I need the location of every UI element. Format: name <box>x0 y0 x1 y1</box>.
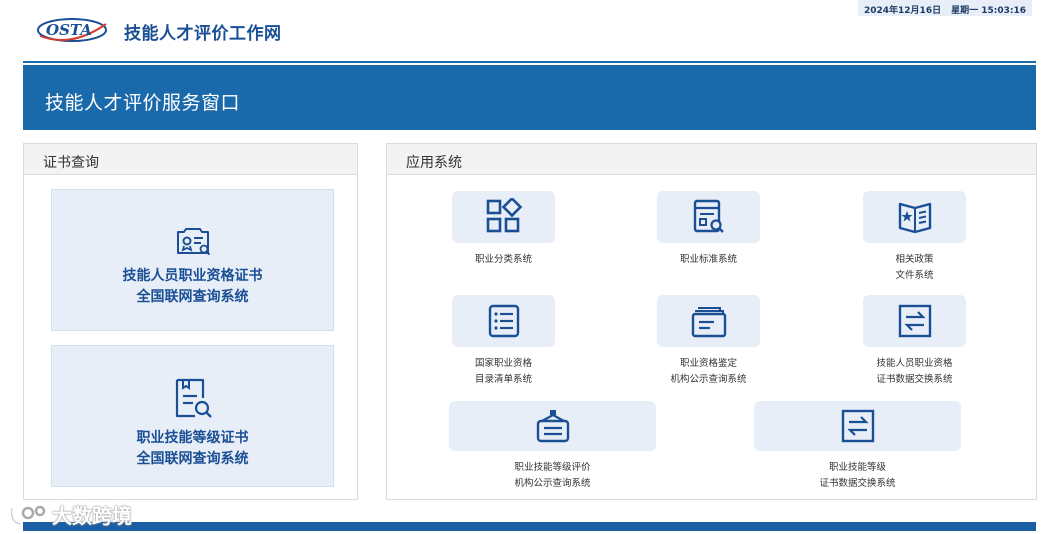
exchange-icon <box>898 304 931 338</box>
app-related-policy[interactable]: 相关政策 文件系统 <box>863 191 966 284</box>
app-vocational-cert-data-exchange[interactable]: 技能人员职业资格 证书数据交换系统 <box>863 295 966 388</box>
app-skill-level-evaluation-institutions[interactable]: 职业技能等级评价 机构公示查询系统 <box>449 401 656 492</box>
app-label: 职业资格鉴定 机构公示查询系统 <box>670 358 747 385</box>
cert-card-title-line2: 全国联网查询系统 <box>136 451 249 467</box>
list-icon <box>488 304 519 338</box>
app-tile[interactable] <box>449 401 656 451</box>
app-occupation-classification[interactable]: 职业分类系统 <box>452 191 555 268</box>
cert-card-title-line1: 职业技能等级证书 <box>136 430 249 446</box>
cert-query-panel: 证书查询 技能人员职业资格证书 全国联网查询系统 职业技能等级证书 全国联网查询… <box>23 143 358 500</box>
app-label: 国家职业资格 目录清单系统 <box>474 358 532 385</box>
app-qualification-appraisal-institutions[interactable]: 职业资格鉴定 机构公示查询系统 <box>657 295 760 388</box>
watermark-text: 大数跨境 <box>52 504 132 528</box>
app-tile[interactable] <box>863 191 966 243</box>
cert-card-vocational-qualification[interactable]: 技能人员职业资格证书 全国联网查询系统 <box>51 189 334 331</box>
app-tile[interactable] <box>657 295 760 347</box>
cert-card-title-line1: 技能人员职业资格证书 <box>122 268 263 284</box>
document-search-icon <box>175 378 212 418</box>
current-weekday-time: 星期一 15:03:16 <box>951 6 1026 16</box>
policy-book-icon <box>898 202 931 234</box>
app-label: 职业标准系统 <box>679 254 737 265</box>
app-label: 相关政策 文件系统 <box>895 254 934 281</box>
app-occupation-standard[interactable]: 职业标准系统 <box>657 191 760 268</box>
watermark-logo-icon <box>10 505 46 525</box>
site-title[interactable]: 技能人才评价工作网 <box>124 19 282 44</box>
app-tile[interactable] <box>657 191 760 243</box>
logo-text: OSTA <box>46 21 92 39</box>
cert-card-title: 技能人员职业资格证书 全国联网查询系统 <box>123 266 263 308</box>
hanging-sign-icon <box>536 410 569 443</box>
banner-title: 技能人才评价服务窗口 <box>45 92 241 114</box>
app-systems-panel: 应用系统 职业分类系统 职业标准系统 相关政策 文件系统 国家职业资格 目录清单… <box>386 143 1037 500</box>
documents-icon <box>691 307 726 338</box>
exchange-icon <box>841 409 874 443</box>
cert-card-title: 职业技能等级证书 全国联网查询系统 <box>137 428 249 470</box>
category-grid-icon <box>486 198 522 233</box>
app-systems-heading: 应用系统 <box>387 144 1036 175</box>
osta-logo[interactable]: OSTA <box>36 14 108 44</box>
app-label: 职业技能等级评价 机构公示查询系统 <box>514 462 591 489</box>
cert-query-heading: 证书查询 <box>24 144 357 175</box>
cert-card-title-line2: 全国联网查询系统 <box>136 289 249 305</box>
standard-search-icon <box>693 199 724 233</box>
osta-logo-icon: OSTA <box>37 18 107 42</box>
app-tile[interactable] <box>754 401 961 451</box>
current-date: 2024年12月16日 <box>863 6 942 16</box>
certificate-search-icon <box>176 228 210 256</box>
cert-card-skill-level[interactable]: 职业技能等级证书 全国联网查询系统 <box>51 345 334 487</box>
date-time-bar: 2024年12月16日 星期一 15:03:16 <box>857 0 1032 16</box>
app-tile[interactable] <box>452 295 555 347</box>
app-label: 技能人员职业资格 证书数据交换系统 <box>876 358 953 385</box>
service-banner: 技能人才评价服务窗口 <box>23 65 1036 130</box>
app-national-qualification-list[interactable]: 国家职业资格 目录清单系统 <box>452 295 555 388</box>
app-label: 职业分类系统 <box>474 254 532 265</box>
app-tile[interactable] <box>863 295 966 347</box>
app-label: 职业技能等级 证书数据交换系统 <box>819 462 896 489</box>
header-divider <box>23 61 1036 63</box>
app-skill-level-cert-data-exchange[interactable]: 职业技能等级 证书数据交换系统 <box>754 401 961 492</box>
app-tile[interactable] <box>452 191 555 243</box>
watermark: 大数跨境 <box>8 500 132 529</box>
footer-divider <box>23 522 1036 531</box>
